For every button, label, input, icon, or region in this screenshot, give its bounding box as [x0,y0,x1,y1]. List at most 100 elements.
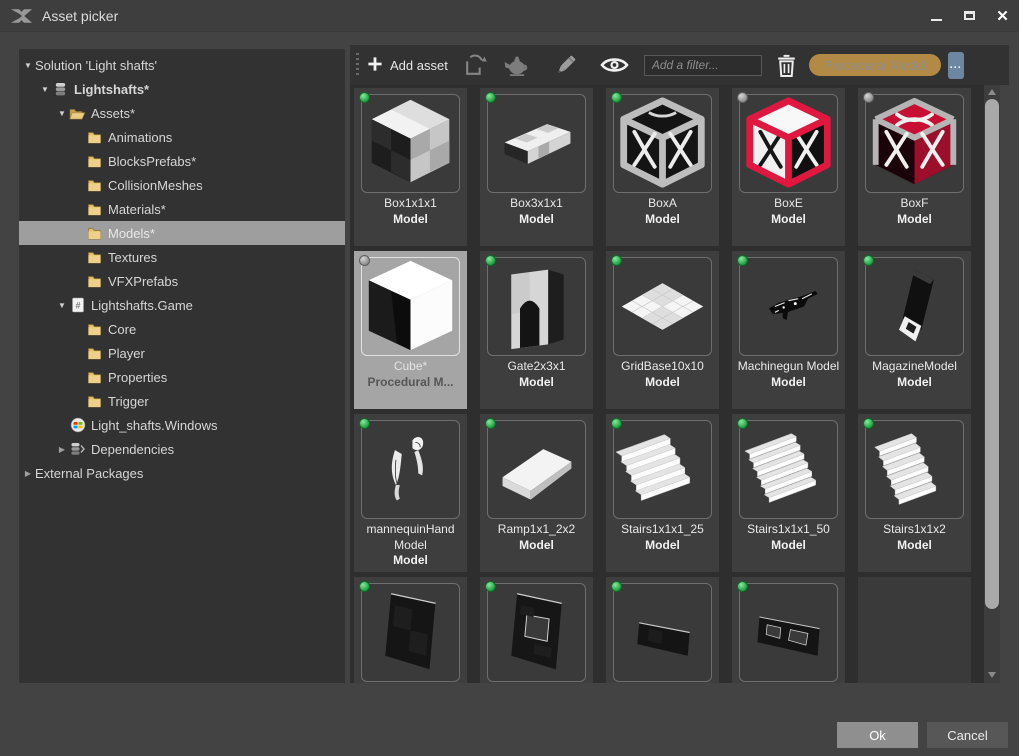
dialog-footer: Ok Cancel [837,722,1008,748]
sidebar-item-properties[interactable]: Properties [19,365,345,389]
sidebar-item-trigger[interactable]: Trigger [19,389,345,413]
folder-icon [86,369,103,385]
asset-type: Model [897,375,932,391]
asset-thumbnail-cube-checker [361,94,460,193]
chevron-down-icon[interactable]: ▼ [38,85,52,94]
close-button[interactable]: ✕ [986,0,1019,31]
sidebar-item-label: Assets* [91,106,135,121]
asset-tile-boxf[interactable]: BoxFModel [858,88,971,246]
chevron-down-icon[interactable]: ▼ [55,301,69,310]
sidebar-item-materials[interactable]: Materials* [19,197,345,221]
empty-grid-cell [858,577,971,683]
sidebar-item-assets[interactable]: ▼ Assets* [19,101,345,125]
folder-icon [86,129,103,145]
edit-icon[interactable] [552,52,579,79]
sidebar-item-label: VFXPrefabs [108,274,178,289]
asset-tile-stairs1x1x2[interactable]: Stairs1x1x2Model [858,414,971,572]
asset-tile-box1x1x1[interactable]: Box1x1x1Model [354,88,467,246]
cancel-button[interactable]: Cancel [927,722,1008,748]
sidebar-item-models[interactable]: Models* [19,221,345,245]
asset-tile-ramp1x1-2x2[interactable]: Ramp1x1_2x2Model [480,414,593,572]
sidebar-item-label: Trigger [108,394,149,409]
status-dot-green [359,418,370,429]
asset-name: Box3x1x1 [510,196,563,212]
asset-tile-box3x1x1[interactable]: Box3x1x1Model [480,88,593,246]
asset-name: BoxF [900,196,928,212]
chevron-down-icon[interactable]: ▼ [55,109,69,118]
sidebar-item-label: Lightshafts* [74,82,149,97]
filter-input[interactable] [644,55,762,76]
minimize-button[interactable] [920,0,953,31]
asset-tile-boxa[interactable]: BoxAModel [606,88,719,246]
add-asset-button[interactable]: Add asset [367,56,448,75]
sidebar-item-collisionmeshes[interactable]: CollisionMeshes [19,173,345,197]
asset-tile-machinegun-model[interactable]: Machinegun ModelModel [732,251,845,409]
scroll-down-button[interactable] [984,668,1000,681]
asset-type: Model [393,553,428,569]
sidebar-item-blocksprefabs[interactable]: BlocksPrefabs* [19,149,345,173]
asset-name: Stairs1x1x1_25 [621,522,704,538]
asset-tile-stairs1x1x1-50[interactable]: Stairs1x1x1_50Model [732,414,845,572]
asset-tile-stairs1x1x1-25[interactable]: Stairs1x1x1_25Model [606,414,719,572]
folder-icon [86,153,103,169]
sidebar-item-external-packages[interactable]: ▶External Packages [19,461,345,485]
import-template-icon[interactable] [463,53,488,78]
more-filters-button[interactable]: ... [948,52,964,79]
sidebar-item-player[interactable]: Player [19,341,345,365]
asset-name: Machinegun Model [738,359,839,375]
eye-icon[interactable] [600,55,629,75]
status-dot-gray [359,255,370,266]
folder-open-icon [69,105,86,121]
asset-tile-mannequinhand-model[interactable]: mannequinHand ModelModel [354,414,467,572]
asset-type: Model [771,538,806,554]
add-asset-label: Add asset [390,58,448,73]
trash-icon[interactable] [777,54,796,77]
asset-thumbnail-stairs-narrow [865,420,964,519]
asset-tile-wall-window[interactable] [480,577,593,683]
asset-tile-boxe[interactable]: BoxEModel [732,88,845,246]
teapot-icon[interactable] [503,54,530,77]
asset-tile-gridbase10x10[interactable]: GridBase10x10Model [606,251,719,409]
toolbar-grip-handle[interactable] [356,53,359,77]
sidebar-item-textures[interactable]: Textures [19,245,345,269]
sidebar-item-core[interactable]: Core [19,317,345,341]
asset-type: Model [897,212,932,228]
svg-text:#: # [75,301,80,311]
asset-name: Cube* [394,359,427,375]
sidebar-item-dependencies[interactable]: ▶Dependencies [19,437,345,461]
sidebar-item-animations[interactable]: Animations [19,125,345,149]
sidebar-item-light-shafts-windows[interactable]: Light_shafts.Windows [19,413,345,437]
ok-button[interactable]: Ok [837,722,918,748]
asset-grid: Box1x1x1ModelBox3x1x1ModelBoxAModelBoxEM… [350,85,984,683]
status-dot-green [611,418,622,429]
chevron-right-icon[interactable]: ▶ [55,445,69,454]
status-dot-green [863,255,874,266]
scrollbar-thumb[interactable] [985,99,999,609]
asset-tile-wall-two-holes[interactable] [732,577,845,683]
folder-icon [86,177,103,193]
chevron-right-icon[interactable]: ▶ [21,469,35,478]
scroll-up-button[interactable] [984,85,1000,98]
asset-thumbnail-magazine [865,257,964,356]
asset-tile-wall-full[interactable] [354,577,467,683]
asset-tile-wall-low[interactable] [606,577,719,683]
asset-toolbar: Add asset [350,45,1009,85]
asset-tile-gate2x3x1[interactable]: Gate2x3x1Model [480,251,593,409]
asset-name: mannequinHand Model [357,522,464,553]
status-dot-green [737,418,748,429]
sidebar-item-lightshafts-game[interactable]: ▼#Lightshafts.Game [19,293,345,317]
sidebar-item-lightshafts[interactable]: ▼ Lightshafts* [19,77,345,101]
asset-name: BoxE [774,196,803,212]
asset-tile-cube[interactable]: Cube*Procedural M... [354,251,467,409]
filter-tag-procedural-model[interactable]: Procedural Model [809,54,941,76]
sidebar-item-solution-light-shafts[interactable]: ▼Solution 'Light shafts' [19,53,345,77]
plus-icon [367,56,383,75]
chevron-down-icon[interactable]: ▼ [21,61,35,70]
sidebar-item-vfxprefabs[interactable]: VFXPrefabs [19,269,345,293]
asset-name: Box1x1x1 [384,196,437,212]
asset-name: Stairs1x1x1_50 [747,522,830,538]
asset-tile-magazinemodel[interactable]: MagazineModelModel [858,251,971,409]
folder-icon [86,225,103,241]
status-dot-green [359,581,370,592]
maximize-button[interactable] [953,0,986,31]
